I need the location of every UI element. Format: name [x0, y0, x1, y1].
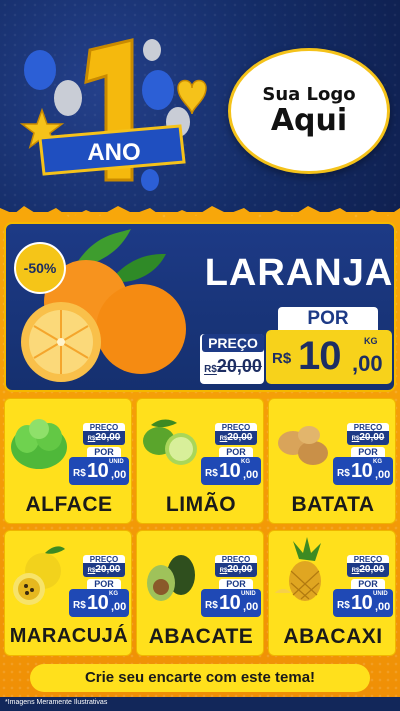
product-card-batata: PREÇO R$20,00 POR R$ 10 ,00 KG BATATA [268, 398, 396, 524]
unit: KG [109, 591, 118, 597]
price-dec: ,00 [243, 469, 259, 481]
currency: R$ [73, 468, 86, 479]
potato-icon [278, 426, 328, 465]
old-dec: ,00 [106, 564, 121, 575]
anniversary-emblem: ANO [19, 38, 207, 191]
old-int: 20 [359, 564, 371, 575]
featured-old-dec: ,00 [236, 356, 262, 376]
price-tag: R$ 10 ,00 KG [333, 457, 393, 485]
currency: R$ [337, 468, 350, 479]
product-name: ABACATE [148, 625, 254, 648]
lettuce-icon [11, 419, 67, 469]
price-dec: ,00 [243, 601, 259, 613]
old-price: R$20,00 [347, 563, 389, 577]
old-price: R$20,00 [83, 431, 125, 445]
logo-text-line1: Sua Logo [262, 83, 356, 105]
old-dec: ,00 [238, 564, 253, 575]
unit: UNID [373, 591, 388, 597]
anniversary-word: ANO [87, 139, 140, 166]
currency: R$ [73, 600, 86, 611]
featured-unit: KG [364, 336, 378, 346]
unit: UNID [241, 591, 256, 597]
price-dec: ,00 [375, 469, 391, 481]
balloon-icon [141, 169, 159, 191]
price-tag: R$ 10 ,00 KG [69, 589, 129, 617]
unit: KG [241, 459, 250, 465]
price-int: 10 [351, 460, 373, 482]
price-int: 10 [219, 592, 241, 614]
product-card-maracuja: PREÇO R$20,00 POR R$ 10 ,00 KG MARACUJÁ [4, 530, 132, 656]
price-int: 10 [87, 592, 109, 614]
product-name: ABACAXI [283, 625, 383, 648]
featured-old-price: R$20,00 [202, 356, 264, 377]
passion-fruit-icon [13, 546, 65, 605]
discount-badge: -50% [14, 242, 66, 294]
old-int: 20 [227, 432, 239, 443]
lime-icon [143, 419, 197, 465]
old-dec: ,00 [106, 432, 121, 443]
old-price: R$20,00 [83, 563, 125, 577]
cta-banner[interactable]: Crie seu encarte com este tema! [30, 664, 370, 692]
unit: KG [373, 459, 382, 465]
price-int: 10 [219, 460, 241, 482]
product-name: BATATA [291, 493, 375, 516]
logo-text-line2: Aqui [270, 103, 348, 139]
header: ANO Sua Logo Aqui [0, 0, 400, 222]
price-dec: ,00 [111, 469, 127, 481]
product-name: MARACUJÁ [9, 625, 129, 647]
product-card-abacaxi: PREÇO R$20,00 POR R$ 10 ,00 UNID ABACAXI [268, 530, 396, 656]
featured-price-dec: ,00 [352, 351, 383, 376]
old-dec: ,00 [370, 564, 385, 575]
product-name: LIMÃO [165, 493, 237, 516]
old-int: 20 [227, 564, 239, 575]
old-price: R$20,00 [215, 563, 257, 577]
balloon-icon [54, 80, 82, 116]
old-int: 20 [95, 564, 107, 575]
balloon-icon [143, 39, 161, 61]
currency: R$ [205, 468, 218, 479]
featured-old-int: 20 [216, 356, 237, 376]
price-dec: ,00 [111, 601, 127, 613]
old-dec: ,00 [238, 432, 253, 443]
disclaimer: *Imagens Meramente Ilustrativas [5, 699, 108, 706]
avocado-icon [147, 555, 195, 601]
currency: R$ [205, 600, 218, 611]
price-tag: R$ 10 ,00 UNID [69, 457, 129, 485]
price-int: 10 [351, 592, 373, 614]
old-int: 20 [359, 432, 371, 443]
logo-placeholder: Sua Logo Aqui [228, 48, 390, 174]
unit: UNID [109, 459, 124, 465]
featured-preco-label: PREÇO [202, 334, 264, 352]
balloon-icon [24, 50, 56, 90]
product-card-limao: PREÇO R$20,00 POR R$ 10 ,00 KG LIMÃO [136, 398, 264, 524]
price-int: 10 [87, 460, 109, 482]
featured-old-currency: R$ [204, 364, 217, 375]
featured-price: R$ 10 ,00 KG [266, 330, 392, 384]
price-tag: R$ 10 ,00 UNID [333, 589, 393, 617]
old-price: R$20,00 [215, 431, 257, 445]
product-card-abacate: PREÇO R$20,00 POR R$ 10 ,00 UNID ABACATE [136, 530, 264, 656]
pineapple-icon [275, 537, 321, 601]
old-dec: ,00 [370, 432, 385, 443]
flyer-page: ANO Sua Logo Aqui -50% LARANJA PREÇO R$2… [0, 0, 400, 711]
currency: R$ [337, 600, 350, 611]
product-name: ALFACE [25, 493, 113, 516]
featured-currency: R$ [272, 350, 292, 367]
featured-por-label: POR [278, 307, 378, 331]
balloon-icon [142, 70, 174, 110]
product-card-alface: PREÇO R$20,00 POR R$ 10 ,00 UNID ALFACE [4, 398, 132, 524]
price-tag: R$ 10 ,00 KG [201, 457, 261, 485]
price-dec: ,00 [375, 601, 391, 613]
featured-product-name: LARANJA [204, 252, 394, 294]
price-tag: R$ 10 ,00 UNID [201, 589, 261, 617]
old-price: R$20,00 [347, 431, 389, 445]
featured-price-int: 10 [298, 334, 341, 378]
old-int: 20 [95, 432, 107, 443]
